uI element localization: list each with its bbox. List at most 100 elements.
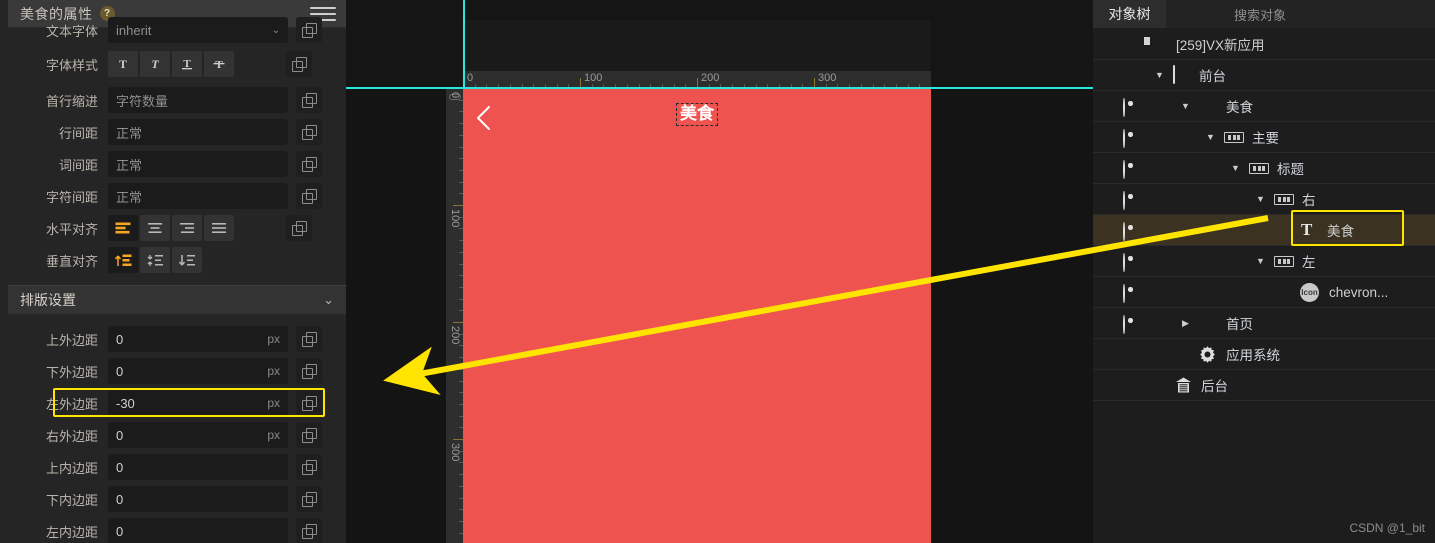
- visibility-toggle-icon[interactable]: [1123, 284, 1137, 303]
- chevron-left-icon[interactable]: [475, 105, 493, 131]
- tree-item-label: 标题: [1277, 162, 1304, 177]
- prop-row-padding-top[interactable]: 上内边距 0: [0, 451, 346, 483]
- visibility-toggle-icon[interactable]: [1123, 222, 1137, 241]
- margin-bottom-input[interactable]: 0 px: [108, 358, 288, 384]
- tree-row-selected[interactable]: T 美食: [1093, 215, 1435, 246]
- copy-button[interactable]: [296, 87, 322, 113]
- prop-row-font-style[interactable]: 字体样式 T T T T: [0, 48, 346, 80]
- copy-button[interactable]: [296, 486, 322, 512]
- copy-button[interactable]: [296, 326, 322, 352]
- visibility-toggle-icon[interactable]: [1123, 98, 1137, 117]
- copy-button[interactable]: [296, 422, 322, 448]
- letter-spacing-value: 正常: [116, 189, 143, 205]
- underline-button[interactable]: T: [172, 51, 202, 77]
- tree-row[interactable]: ▼ 主要: [1093, 122, 1435, 153]
- search-object-input[interactable]: 搜索对象: [1166, 0, 1435, 28]
- visibility-toggle-icon[interactable]: [1123, 129, 1137, 148]
- visibility-toggle-icon[interactable]: [1123, 191, 1137, 210]
- margin-right-value: 0: [116, 427, 124, 443]
- tree-row[interactable]: 后台: [1093, 370, 1435, 401]
- visibility-toggle-icon[interactable]: [1123, 315, 1137, 334]
- chevron-down-icon[interactable]: ▼: [1256, 194, 1265, 204]
- chevron-down-icon[interactable]: ▼: [1206, 132, 1215, 142]
- align-center-button[interactable]: [140, 215, 170, 241]
- margin-right-input[interactable]: 0 px: [108, 422, 288, 448]
- prop-row-align-horizontal[interactable]: 水平对齐: [0, 212, 346, 244]
- chevron-down-icon[interactable]: ⌄: [323, 292, 334, 308]
- prop-label: 词间距: [58, 157, 98, 173]
- chevron-down-icon[interactable]: ▼: [1181, 101, 1190, 111]
- align-bottom-button[interactable]: [172, 247, 202, 273]
- text-indent-input[interactable]: 字符数量: [108, 87, 288, 113]
- prop-row-padding-bottom[interactable]: 下内边距 0: [0, 483, 346, 515]
- tree-row[interactable]: ▶ 首页: [1093, 308, 1435, 339]
- copy-button[interactable]: [296, 358, 322, 384]
- tab-object-tree[interactable]: 对象树: [1093, 0, 1166, 28]
- svg-text:T: T: [119, 57, 127, 71]
- app-window: 美食的属性 ? 文本字体 inherit ⌄ 字体样式 T T T T 首行缩进…: [0, 0, 1435, 543]
- prop-row-padding-left[interactable]: 左内边距 0: [0, 515, 346, 543]
- artboard[interactable]: 美食: [463, 89, 931, 543]
- letter-spacing-input[interactable]: 正常: [108, 183, 288, 209]
- strikethrough-button[interactable]: T: [204, 51, 234, 77]
- tree-row[interactable]: ▼ 美食: [1093, 91, 1435, 122]
- tree-row[interactable]: ▼ 左: [1093, 246, 1435, 277]
- ruler-label: 0: [467, 72, 474, 84]
- copy-button[interactable]: [296, 183, 322, 209]
- padding-top-input[interactable]: 0: [108, 454, 288, 480]
- copy-button[interactable]: [296, 119, 322, 145]
- copy-button[interactable]: [286, 51, 312, 77]
- tree-row[interactable]: ▼ 右: [1093, 184, 1435, 215]
- vertical-ruler[interactable]: 0 100 200 300: [446, 88, 463, 543]
- chevron-down-icon[interactable]: ▼: [1155, 70, 1164, 80]
- ruler-label: 300: [818, 72, 837, 84]
- tree-row[interactable]: Icon chevron...: [1093, 277, 1435, 308]
- font-style-button-group: T T T T: [108, 51, 234, 77]
- copy-button[interactable]: [296, 151, 322, 177]
- prop-row-text-indent[interactable]: 首行缩进 字符数量: [0, 84, 346, 116]
- align-left-button[interactable]: [108, 215, 138, 241]
- align-top-button[interactable]: [108, 247, 138, 273]
- copy-icon: [302, 492, 317, 507]
- tree-row[interactable]: 应用系统: [1093, 339, 1435, 370]
- padding-bottom-input[interactable]: 0: [108, 486, 288, 512]
- font-family-select[interactable]: inherit ⌄: [108, 17, 288, 43]
- section-header-typography[interactable]: 排版设置 ⌄: [8, 285, 346, 315]
- copy-button[interactable]: [296, 518, 322, 543]
- prop-row-margin-left[interactable]: 左外边距 -30 px: [0, 387, 346, 419]
- tree-row[interactable]: ▼ 标题: [1093, 153, 1435, 184]
- line-height-input[interactable]: 正常: [108, 119, 288, 145]
- tree-row[interactable]: [259]VX新应用: [1093, 29, 1435, 60]
- align-middle-button[interactable]: [140, 247, 170, 273]
- visibility-toggle-icon[interactable]: [1123, 253, 1137, 272]
- prop-row-margin-right[interactable]: 右外边距 0 px: [0, 419, 346, 451]
- copy-button[interactable]: [286, 215, 312, 241]
- artboard-title-text[interactable]: 美食: [676, 103, 718, 126]
- prop-row-line-height[interactable]: 行间距 正常: [0, 116, 346, 148]
- align-horizontal-group: [108, 215, 234, 241]
- align-justify-button[interactable]: [204, 215, 234, 241]
- visibility-toggle-icon[interactable]: [1123, 160, 1137, 179]
- copy-button[interactable]: [296, 454, 322, 480]
- chevron-down-icon[interactable]: ▼: [1231, 163, 1240, 173]
- chevron-down-icon[interactable]: ▼: [1256, 256, 1265, 266]
- align-right-button[interactable]: [172, 215, 202, 241]
- prop-row-margin-top[interactable]: 上外边距 0 px: [0, 323, 346, 355]
- prop-row-align-vertical[interactable]: 垂直对齐: [0, 244, 346, 276]
- word-spacing-input[interactable]: 正常: [108, 151, 288, 177]
- margin-top-input[interactable]: 0 px: [108, 326, 288, 352]
- prop-row-letter-spacing[interactable]: 字符间距 正常: [0, 180, 346, 212]
- chevron-right-icon[interactable]: ▶: [1182, 318, 1189, 329]
- copy-button[interactable]: [296, 390, 322, 416]
- prop-row-font-family[interactable]: 文本字体 inherit ⌄: [0, 14, 346, 46]
- padding-left-input[interactable]: 0: [108, 518, 288, 543]
- horizontal-ruler[interactable]: 0 100 200 300: [463, 71, 931, 88]
- margin-left-input[interactable]: -30 px: [108, 390, 288, 416]
- prop-row-margin-bottom[interactable]: 下外边距 0 px: [0, 355, 346, 387]
- padding-top-value: 0: [116, 459, 124, 475]
- bold-button[interactable]: T: [108, 51, 138, 77]
- italic-button[interactable]: T: [140, 51, 170, 77]
- copy-button[interactable]: [296, 17, 322, 43]
- tree-row[interactable]: ▼ 前台: [1093, 60, 1435, 91]
- prop-row-word-spacing[interactable]: 词间距 正常: [0, 148, 346, 180]
